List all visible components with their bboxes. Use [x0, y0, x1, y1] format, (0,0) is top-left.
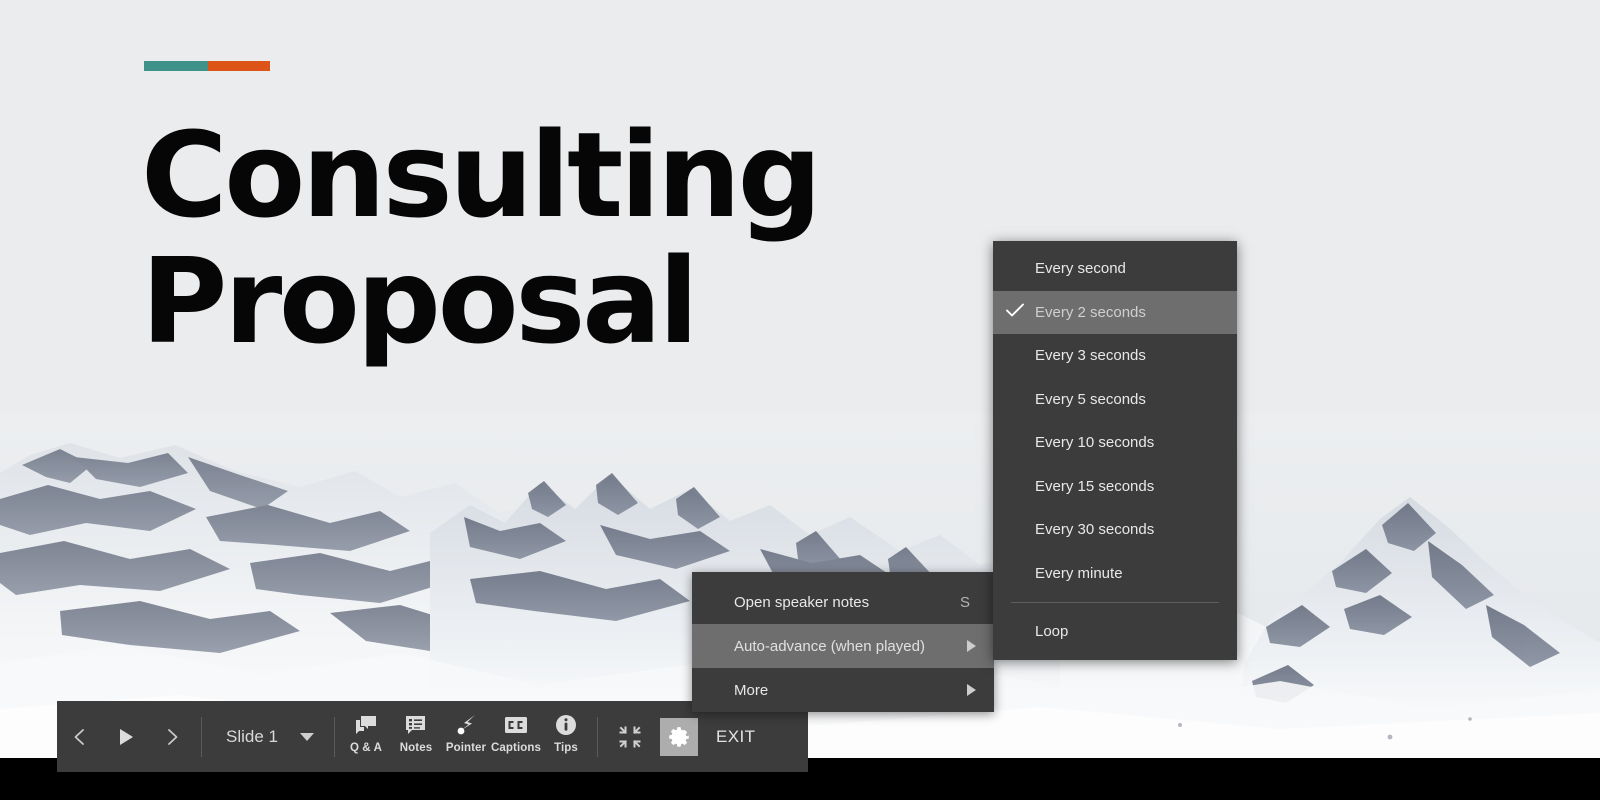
accent-rule — [144, 61, 270, 71]
presentation-viewer: Consulting Proposal Slide 1 Q & A Notes … — [0, 0, 1600, 800]
submenu-item-label: Loop — [1035, 623, 1069, 641]
submenu-arrow-icon — [967, 640, 976, 652]
laser-pointer-icon — [455, 713, 477, 737]
captions-tool-button[interactable]: Captions — [491, 713, 541, 754]
submenu-item-label: Every 5 seconds — [1035, 390, 1146, 408]
info-circle-icon — [555, 713, 577, 737]
submenu-item-every-30-seconds[interactable]: Every 30 seconds — [993, 508, 1237, 552]
slide-navigation — [57, 709, 195, 765]
page-title-line-2: Proposal — [141, 232, 699, 371]
notes-tool-button[interactable]: Notes — [391, 713, 441, 754]
gear-icon — [669, 726, 689, 747]
accent-rule-orange — [208, 61, 270, 71]
toolbar-tools: Q & A Notes Pointer Captions Tips — [341, 701, 591, 772]
menu-item-shortcut: S — [959, 593, 970, 611]
speaker-notes-icon — [405, 713, 426, 737]
submenu-arrow-icon — [967, 684, 976, 696]
menu-item-label: More — [734, 681, 769, 699]
submenu-item-label: Every minute — [1035, 564, 1123, 582]
submenu-item-every-5-seconds[interactable]: Every 5 seconds — [993, 378, 1237, 422]
exit-fullscreen-icon — [619, 726, 641, 747]
page-title-line-1: Consulting — [141, 106, 822, 244]
play-icon — [120, 728, 133, 745]
chevron-right-icon — [168, 728, 178, 745]
submenu-item-every-2-seconds[interactable]: Every 2 seconds — [993, 290, 1237, 334]
auto-advance-submenu: Every second Every 2 seconds Every 3 sec… — [993, 241, 1237, 660]
submenu-item-label: Every 10 seconds — [1035, 434, 1155, 452]
chat-bubbles-icon — [355, 713, 377, 737]
tips-tool-label: Tips — [554, 742, 578, 754]
captions-tool-label: Captions — [490, 742, 541, 754]
menu-item-auto-advance[interactable]: Auto-advance (when played) — [692, 624, 994, 668]
submenu-item-every-10-seconds[interactable]: Every 10 seconds — [993, 421, 1237, 465]
slide-selector[interactable]: Slide 1 — [208, 709, 328, 765]
submenu-item-every-15-seconds[interactable]: Every 15 seconds — [993, 465, 1237, 509]
qa-tool-button[interactable]: Q & A — [341, 713, 391, 754]
submenu-item-every-3-seconds[interactable]: Every 3 seconds — [993, 334, 1237, 378]
play-button[interactable] — [103, 709, 149, 765]
submenu-item-label: Every 3 seconds — [1035, 347, 1146, 365]
closed-captions-icon — [504, 713, 528, 737]
qa-tool-label: Q & A — [349, 742, 382, 754]
submenu-separator — [1011, 602, 1219, 603]
menu-item-more[interactable]: More — [692, 668, 994, 712]
settings-context-menu: Open speaker notes S Auto-advance (when … — [692, 572, 994, 712]
submenu-item-label: Every 30 seconds — [1035, 521, 1155, 539]
chevron-left-icon — [74, 728, 84, 745]
toolbar-divider-3 — [596, 716, 598, 757]
submenu-item-label: Every 2 seconds — [1035, 303, 1146, 321]
toolbar-divider-2 — [333, 716, 335, 757]
submenu-item-label: Every 15 seconds — [1035, 477, 1155, 495]
submenu-item-loop[interactable]: Loop — [993, 610, 1237, 654]
settings-button[interactable] — [659, 717, 698, 756]
next-slide-button[interactable] — [149, 709, 195, 765]
notes-tool-label: Notes — [399, 742, 433, 754]
slide-selector-label: Slide 1 — [226, 726, 278, 746]
submenu-item-label: Every second — [1035, 260, 1126, 278]
toolbar-divider-1 — [201, 716, 202, 757]
pointer-tool-button[interactable]: Pointer — [441, 713, 491, 754]
exit-button[interactable]: EXIT — [698, 727, 771, 747]
page-title: Consulting Proposal — [141, 112, 901, 365]
check-icon — [1005, 302, 1025, 322]
previous-slide-button[interactable] — [57, 709, 103, 765]
submenu-item-every-second[interactable]: Every second — [993, 247, 1237, 291]
menu-item-label: Auto-advance (when played) — [734, 637, 925, 655]
submenu-item-every-minute[interactable]: Every minute — [993, 552, 1237, 596]
accent-rule-teal — [144, 61, 208, 71]
menu-item-open-speaker-notes[interactable]: Open speaker notes S — [692, 580, 994, 624]
menu-item-label: Open speaker notes — [734, 593, 870, 611]
chevron-down-icon — [299, 732, 314, 741]
pointer-tool-label: Pointer — [445, 742, 487, 754]
tips-tool-button[interactable]: Tips — [541, 713, 591, 754]
exit-fullscreen-button[interactable] — [604, 709, 656, 765]
